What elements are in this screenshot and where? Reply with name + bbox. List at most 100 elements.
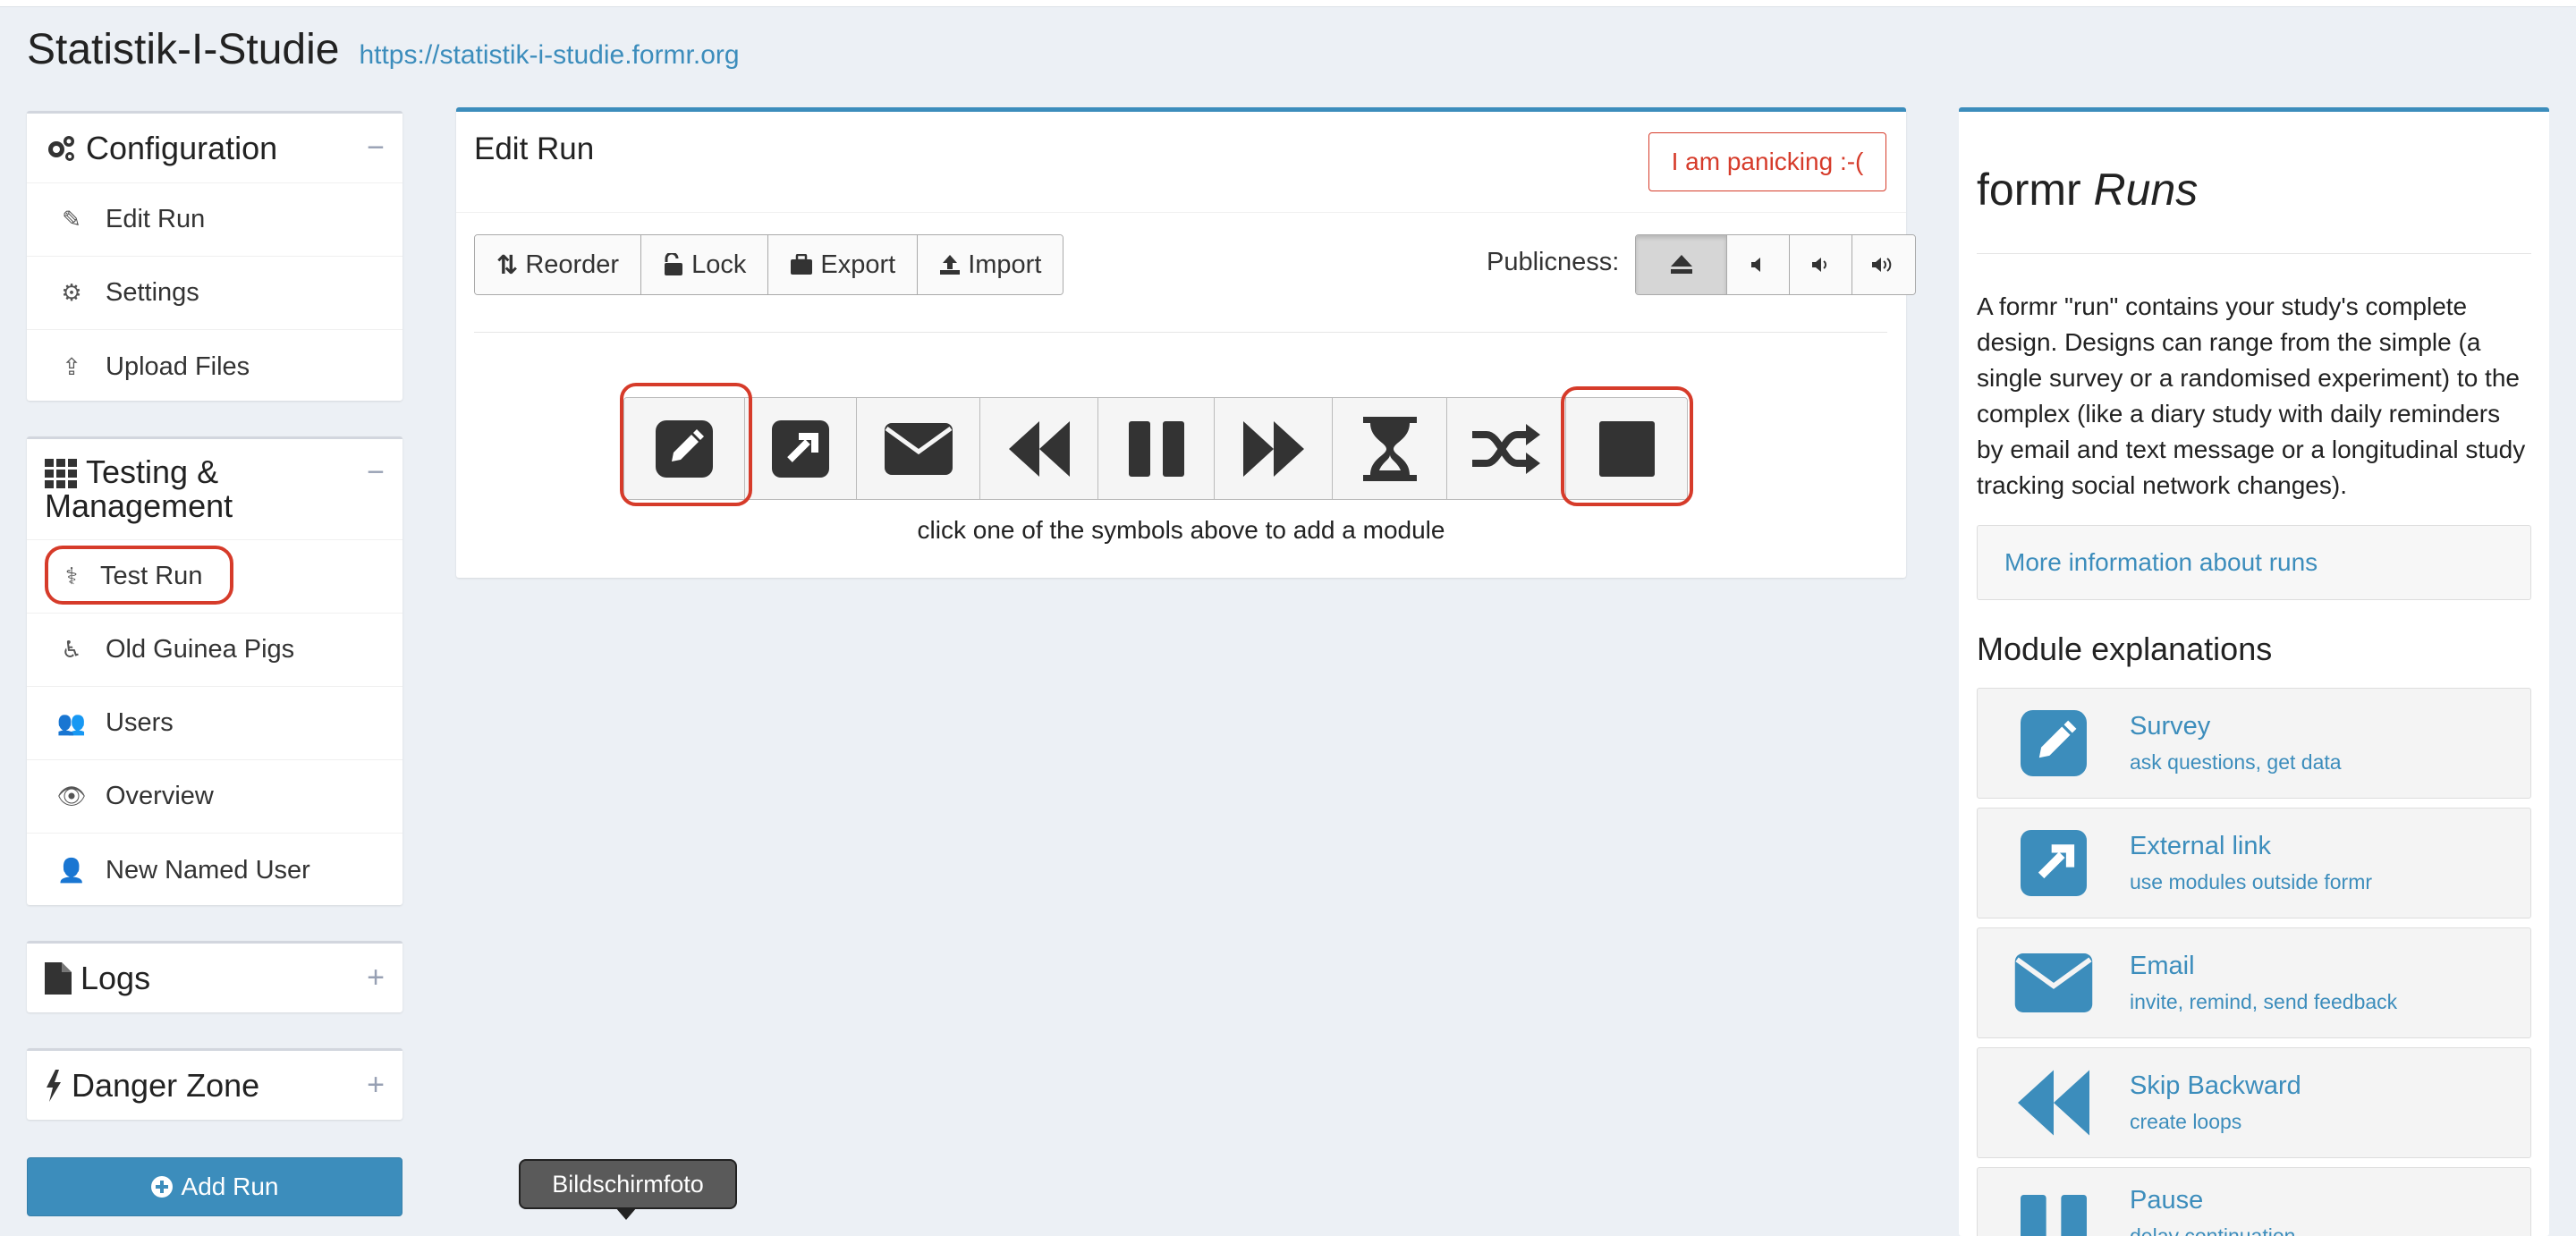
add-email-button[interactable] [857,398,980,499]
lock-button[interactable]: Lock [641,235,769,294]
publicness-level1-button[interactable] [1727,235,1790,294]
sort-icon: ⇅ [496,250,519,280]
add-shuffle-button[interactable] [1447,398,1566,499]
module-card-text: Email invite, remind, send feedback [2130,952,2397,1014]
danger-zone-header[interactable]: Danger Zone + [27,1051,402,1120]
module-card-email[interactable]: Email invite, remind, send feedback [1977,927,2531,1038]
configuration-header[interactable]: Configuration − [27,114,402,183]
module-desc: delay continuation [2130,1224,2296,1236]
unlock-icon [665,253,683,275]
sidebar-item-label: Upload Files [106,351,250,381]
bolt-icon [47,1069,61,1102]
module-card-icon-wrap [1978,953,2130,1012]
reorder-button[interactable]: ⇅ Reorder [475,235,642,294]
export-button[interactable]: Export [768,235,919,294]
volume-down-icon [1811,258,1826,272]
collapse-icon[interactable]: − [367,131,385,165]
testing-management-panel: Testing & Management − ⚕ Test Run ♿ Old … [27,436,402,905]
publicness-level2-button[interactable] [1790,235,1852,294]
module-toolbar [623,397,1688,500]
hourglass-icon [1362,416,1417,481]
expand-icon[interactable]: + [367,961,385,995]
add-external-link-button[interactable] [745,398,857,499]
grid-icon [45,459,77,488]
sidebar-item-users[interactable]: 👥 Users [27,687,402,760]
testing-header[interactable]: Testing & Management − [27,439,402,540]
import-label: Import [968,250,1042,279]
screenshot-tooltip: Bildschirmfoto [519,1159,737,1209]
pause-icon [2021,1195,2087,1236]
briefcase-icon [791,254,813,275]
publicness-level3-button[interactable] [1852,235,1915,294]
runs-title-italic: Runs [2093,165,2199,215]
lock-label: Lock [691,250,747,279]
add-skip-backward-button[interactable] [980,398,1098,499]
tooltip-arrow [615,1207,637,1220]
external-link-icon [2021,830,2087,896]
survey-icon [2021,710,2087,776]
module-card-skip-backward[interactable]: Skip Backward create loops [1977,1047,2531,1158]
highlight-ring-survey [620,383,752,506]
add-run-button[interactable]: Add Run [27,1157,402,1216]
browser-top-strip [0,0,2576,7]
expand-icon[interactable]: + [367,1068,385,1103]
more-info-link[interactable]: More information about runs [1977,525,2531,600]
sidebar-item-upload-files[interactable]: ⇪ Upload Files [27,330,402,403]
add-wait-button[interactable] [1333,398,1447,499]
module-name: Email [2130,952,2195,980]
logs-panel[interactable]: Logs + [27,941,402,1012]
import-button[interactable]: Import [918,235,1063,294]
run-toolbar: ⇅ Reorder Lock Export Import [474,234,1064,295]
module-card-external-link[interactable]: External link use modules outside formr [1977,808,2531,919]
logs-header[interactable]: Logs + [27,944,402,1012]
skip-backward-icon [2018,1070,2089,1136]
module-desc: use modules outside formr [2130,870,2373,893]
runs-title-plain: formr [1977,165,2094,215]
sidebar-item-label: New Named User [106,855,310,885]
testing-title-wrap: Testing & Management [45,455,233,523]
module-card-survey[interactable]: Survey ask questions, get data [1977,688,2531,799]
module-desc: invite, remind, send feedback [2130,990,2398,1013]
gears-icon: ⚙ [61,279,82,306]
danger-zone-title: Danger Zone [72,1066,260,1104]
sidebar-item-new-named-user[interactable]: 👤 New Named User [27,834,402,907]
study-url-link[interactable]: https://statistik-i-studie.formr.org [359,40,739,71]
module-name: Survey [2130,712,2211,741]
danger-zone-panel[interactable]: Danger Zone + [27,1048,402,1120]
eject-icon [1670,255,1692,274]
testing-title-line2: Management [45,487,233,524]
runs-description: A formr "run" contains your study's comp… [1977,292,2526,499]
collapse-icon[interactable]: − [367,455,385,490]
upload-icon: ⇪ [62,352,81,380]
add-pause-button[interactable] [1098,398,1215,499]
module-card-text: Pause delay continuation [2130,1186,2295,1236]
edit-run-panel: Edit Run I am panicking :-( ⇅ Reorder Lo… [456,107,1916,578]
module-name: Pause [2130,1186,2204,1215]
runs-info-panel: formr Runs A formr "run" contains your s… [1959,107,2549,1236]
panic-button[interactable]: I am panicking :-( [1648,132,1886,191]
module-card-icon-wrap [1978,1186,2130,1236]
highlight-ring-stop [1561,386,1693,506]
logs-title: Logs [80,959,151,996]
module-name: Skip Backward [2130,1071,2301,1100]
sidebar-item-label: Old Guinea Pigs [106,635,295,664]
add-skip-forward-button[interactable] [1215,398,1333,499]
module-card-text: External link use modules outside formr [2130,832,2372,894]
module-desc: ask questions, get data [2130,750,2342,774]
module-card-pause[interactable]: Pause delay continuation [1977,1167,2531,1236]
configuration-title: Configuration [86,129,278,166]
sidebar-item-overview[interactable]: 👁 Overview [27,760,402,834]
module-hint: click one of the symbols above to add a … [917,516,1445,544]
sidebar-item-edit-run[interactable]: ✎ Edit Run [27,183,402,257]
publicness-private-button[interactable] [1636,235,1727,294]
configuration-panel: Configuration − ✎ Edit Run ⚙ Settings ⇪ … [27,111,402,401]
testing-title-lines: Testing & Management [45,455,233,523]
sidebar-item-settings[interactable]: ⚙ Settings [27,257,402,330]
external-link-icon [772,419,829,478]
module-card-icon-wrap [1978,710,2130,776]
sidebar-item-label: Settings [106,278,199,307]
user-icon: 👤 [56,856,87,884]
sidebar-item-old-guinea-pigs[interactable]: ♿ Old Guinea Pigs [27,614,402,687]
volume-up-icon [1872,258,1892,272]
upload-icon [940,255,961,275]
